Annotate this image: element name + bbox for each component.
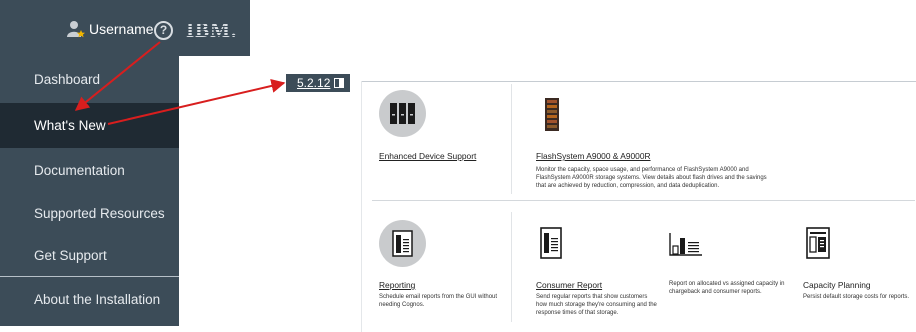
column-divider — [511, 212, 512, 322]
menu-item-documentation[interactable]: Documentation — [0, 148, 179, 192]
column-divider — [511, 84, 512, 194]
consumer-report-description: Send regular reports that show customers… — [536, 294, 657, 316]
menu-item-dashboard[interactable]: Dashboard — [0, 56, 179, 102]
question-mark-icon[interactable]: ? — [154, 21, 173, 40]
menu-item-supported-resources[interactable]: Supported Resources — [0, 192, 179, 234]
content-left-border — [361, 81, 362, 332]
card-enhanced-device-support: Enhanced Device Support — [379, 151, 476, 161]
username-label: Username — [89, 21, 154, 37]
help-dropdown-menu: Dashboard What's New Documentation Suppo… — [0, 56, 179, 326]
panel-icon — [334, 78, 345, 88]
user-menu[interactable]: Username — [66, 19, 154, 39]
row-divider — [372, 200, 915, 201]
chargeback-description: Report on allocated vs assigned capacity… — [669, 281, 785, 295]
flashsystem-description: Monitor the capacity, space usage, and p… — [536, 167, 767, 189]
menu-item-label: Documentation — [34, 162, 125, 178]
capacity-planning-title: Capacity Planning — [803, 280, 871, 290]
bar-chart-icon — [669, 232, 703, 261]
consumer-report-link[interactable]: Consumer Report — [536, 280, 658, 290]
version-tab[interactable]: 5.2.12 — [286, 74, 350, 92]
content-top-border — [361, 81, 916, 82]
menu-item-label: Supported Resources — [34, 205, 165, 221]
reporting-description: Schedule email reports from the GUI with… — [379, 294, 498, 308]
menu-item-label: Get Support — [34, 247, 107, 263]
version-label: 5.2.12 — [297, 76, 331, 90]
consumer-report-icon — [540, 227, 562, 264]
ibm-logo: IBM. — [186, 18, 238, 43]
top-header-bar: Username ? IBM. — [0, 0, 250, 56]
ibm-logo-text: IBM. — [186, 18, 238, 42]
enhanced-device-support-link[interactable]: Enhanced Device Support — [379, 151, 476, 161]
menu-item-label: About the Installation — [34, 291, 161, 307]
card-flashsystem: FlashSystem A9000 & A9000R Monitor the c… — [536, 151, 768, 190]
report-icon — [379, 220, 426, 267]
capacity-planning-icon — [806, 227, 830, 264]
flash-system-rack-icon — [545, 98, 559, 136]
flashsystem-link[interactable]: FlashSystem A9000 & A9000R — [536, 151, 768, 161]
menu-item-label: Dashboard — [34, 71, 101, 87]
storage-devices-icon — [379, 90, 426, 137]
menu-item-label: What's New — [34, 118, 106, 133]
card-capacity-planning: Capacity Planning Persist default storag… — [803, 280, 915, 301]
reporting-link[interactable]: Reporting — [379, 280, 507, 290]
menu-item-about-installation[interactable]: About the Installation — [0, 277, 179, 321]
capacity-planning-description: Persist default storage costs for report… — [803, 294, 910, 300]
user-icon — [66, 19, 86, 39]
card-chargeback: Report on allocated vs assigned capacity… — [669, 280, 791, 296]
menu-item-whats-new[interactable]: What's New — [0, 103, 179, 148]
card-consumer-report: Consumer Report Send regular reports tha… — [536, 280, 658, 317]
menu-item-get-support[interactable]: Get Support — [0, 234, 179, 276]
card-reporting: Reporting Schedule email reports from th… — [379, 280, 507, 309]
